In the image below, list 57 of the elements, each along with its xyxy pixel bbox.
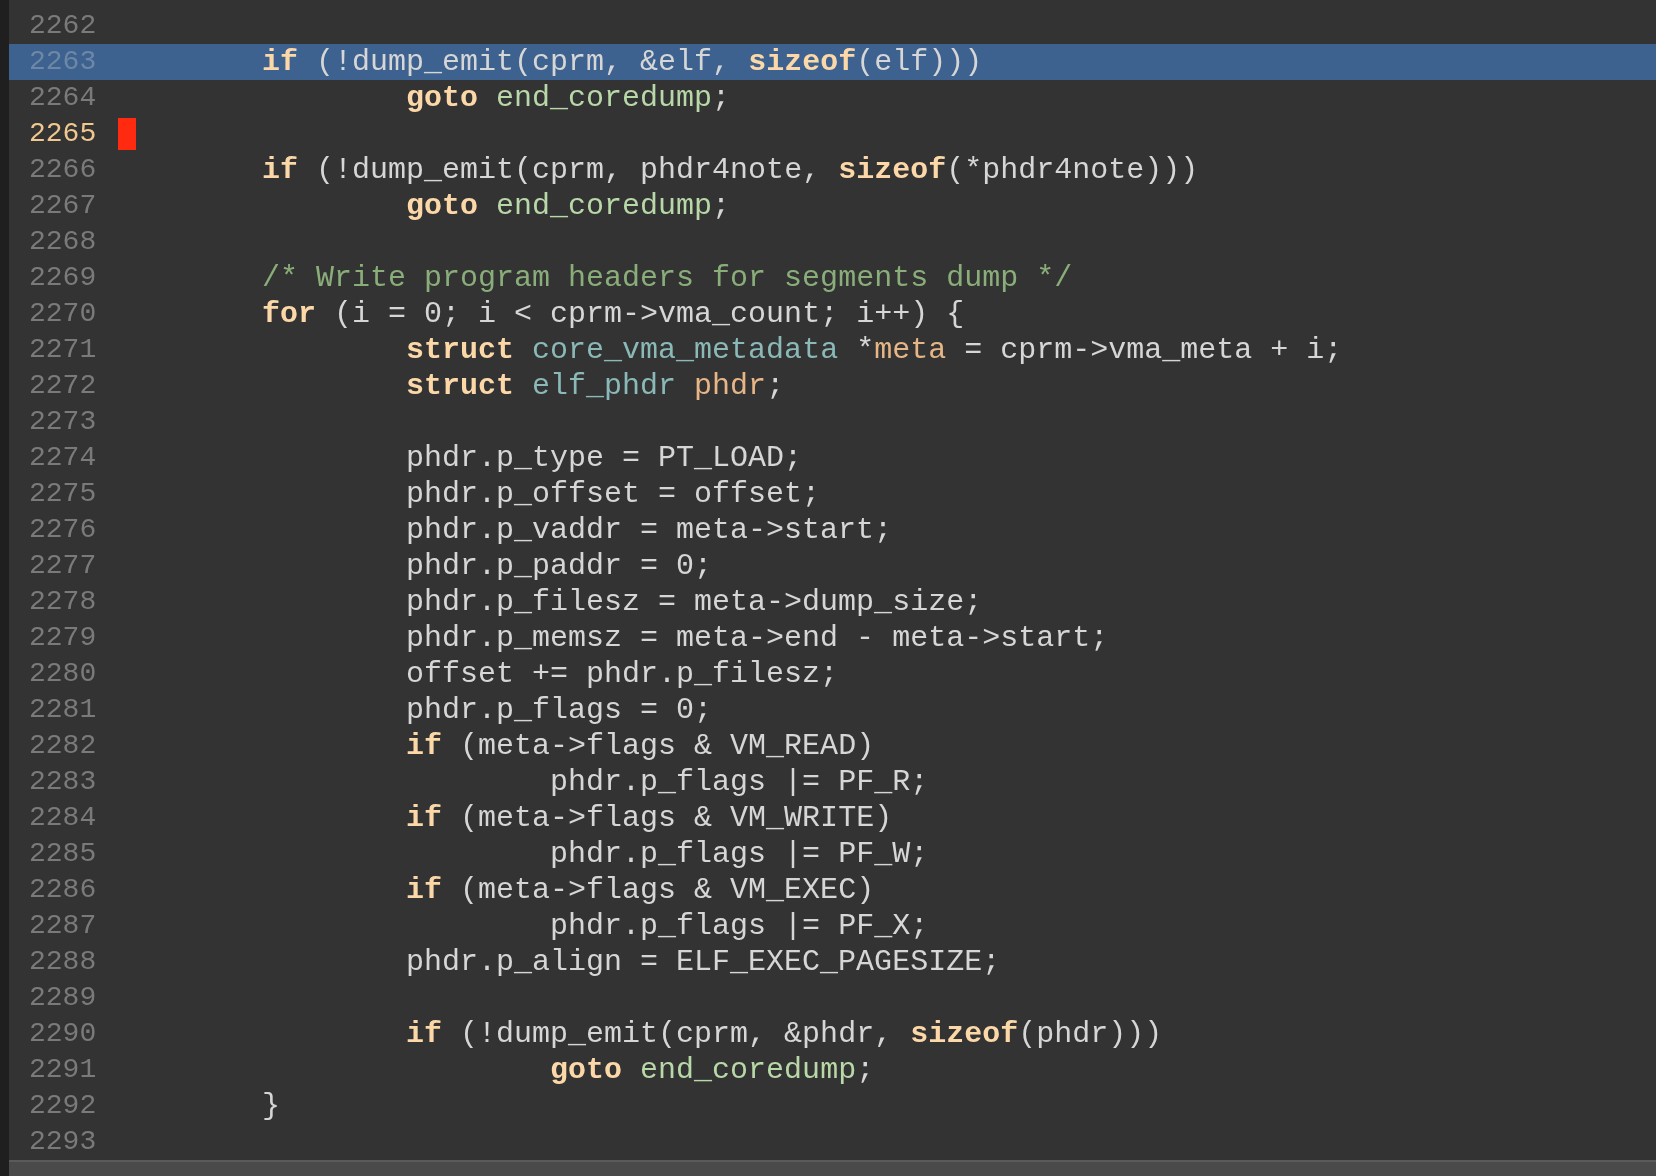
line-number: 2274: [28, 441, 98, 475]
code-line: goto end_coredump;: [405, 80, 731, 116]
code-line: if (meta->flags & VM_READ): [405, 728, 875, 764]
code-line: if (meta->flags & VM_EXEC): [405, 872, 875, 908]
line-number: 2273: [28, 405, 98, 439]
line-number: 2289: [28, 981, 98, 1015]
line-number: 2279: [28, 621, 98, 655]
line-number: 2271: [28, 333, 98, 367]
code-line: phdr.p_type = PT_LOAD;: [405, 440, 803, 476]
code-line: phdr.p_filesz = meta->dump_size;: [405, 584, 983, 620]
code-line: phdr.p_flags |= PF_X;: [549, 908, 929, 944]
code-line: struct core_vma_metadata *meta = cprm->vma_meta + i;: [405, 332, 1343, 368]
line-number: 2286: [28, 873, 98, 907]
code-line: phdr.p_flags |= PF_W;: [549, 836, 929, 872]
code-line: offset += phdr.p_filesz;: [405, 656, 839, 692]
line-number: 2276: [28, 513, 98, 547]
code-line: phdr.p_paddr = 0;: [405, 548, 713, 584]
code-line: phdr.p_flags = 0;: [405, 692, 713, 728]
line-number: 2278: [28, 585, 98, 619]
code-line: if (!dump_emit(cprm, &elf, sizeof(elf))): [261, 44, 983, 80]
line-number: 2292: [28, 1089, 98, 1123]
line-number: 2270: [28, 297, 98, 331]
line-number: 2283: [28, 765, 98, 799]
code-line: /* Write program headers for segments dump */: [261, 260, 1073, 296]
code-line: for (i = 0; i < cprm->vma_count; i++) {: [261, 296, 965, 332]
code-line: phdr.p_memsz = meta->end - meta->start;: [405, 620, 1109, 656]
line-number: 2262: [28, 9, 98, 43]
line-number: 2291: [28, 1053, 98, 1087]
line-number: 2280: [28, 657, 98, 691]
code-line: phdr.p_vaddr = meta->start;: [405, 512, 893, 548]
code-line: if (meta->flags & VM_WRITE): [405, 800, 893, 836]
line-number: 2293: [28, 1125, 98, 1159]
code-line: phdr.p_align = ELF_EXEC_PAGESIZE;: [405, 944, 1001, 980]
line-number: 2290: [28, 1017, 98, 1051]
line-number: 2268: [28, 225, 98, 259]
line-number: 2265: [28, 117, 98, 151]
line-number: 2267: [28, 189, 98, 223]
line-number: 2275: [28, 477, 98, 511]
line-number: 2284: [28, 801, 98, 835]
line-number: 2272: [28, 369, 98, 403]
code-line: goto end_coredump;: [549, 1052, 875, 1088]
line-number: 2264: [28, 81, 98, 115]
line-number: 2287: [28, 909, 98, 943]
code-line: phdr.p_offset = offset;: [405, 476, 821, 512]
line-number: 2277: [28, 549, 98, 583]
line-number: 2282: [28, 729, 98, 763]
code-line: }: [261, 1088, 281, 1124]
line-number: 2288: [28, 945, 98, 979]
line-number: 2281: [28, 693, 98, 727]
code-line: phdr.p_flags |= PF_R;: [549, 764, 929, 800]
line-number: 2285: [28, 837, 98, 871]
code-line: if (!dump_emit(cprm, &phdr, sizeof(phdr))): [405, 1016, 1163, 1052]
code-line: goto end_coredump;: [405, 188, 731, 224]
code-line: struct elf_phdr phdr;: [405, 368, 785, 404]
line-number: 2266: [28, 153, 98, 187]
line-number: 2269: [28, 261, 98, 295]
code-line: if (!dump_emit(cprm, phdr4note, sizeof(*phdr4note))): [261, 152, 1199, 188]
